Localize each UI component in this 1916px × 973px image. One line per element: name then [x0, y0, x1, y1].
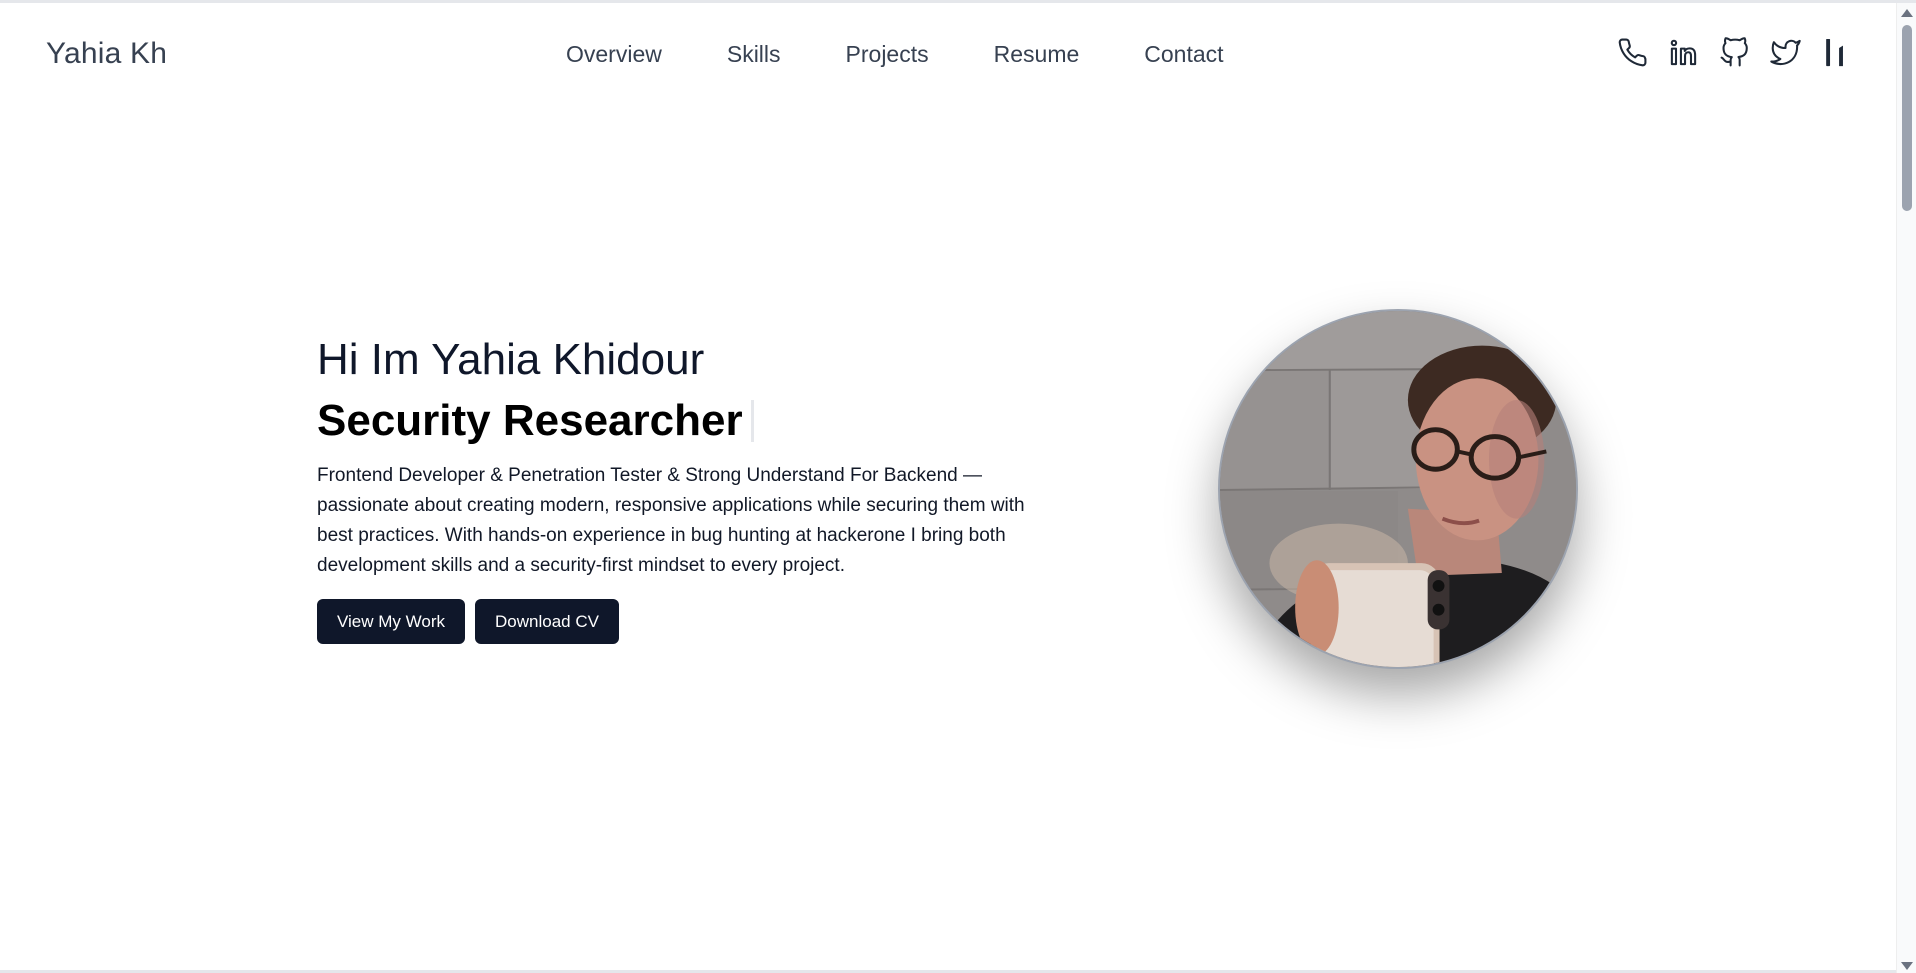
typing-cursor	[750, 400, 754, 442]
navbar: Yahia Kh Overview Skills Projects Resume…	[0, 3, 1896, 105]
scroll-up-arrow-icon[interactable]	[1901, 9, 1913, 17]
profile-avatar	[1218, 309, 1578, 669]
social-links	[1617, 37, 1852, 68]
hero-role: Security Researcher	[317, 396, 743, 445]
browser-viewport: Yahia Kh Overview Skills Projects Resume…	[0, 0, 1916, 973]
phone-icon[interactable]	[1617, 37, 1648, 68]
nav-link-projects[interactable]: Projects	[846, 41, 929, 68]
linkedin-icon[interactable]	[1668, 37, 1699, 68]
scroll-thumb[interactable]	[1902, 25, 1912, 211]
hero-actions: View My Work Download CV	[317, 599, 1037, 644]
hero-bio: Frontend Developer & Penetration Tester …	[317, 465, 1025, 576]
twitter-icon[interactable]	[1770, 37, 1801, 68]
hackerone-icon[interactable]	[1821, 37, 1852, 68]
github-icon[interactable]	[1719, 37, 1750, 68]
scroll-down-arrow-icon[interactable]	[1901, 962, 1913, 970]
nav-link-contact[interactable]: Contact	[1144, 41, 1223, 68]
view-my-work-button[interactable]: View My Work	[317, 599, 466, 644]
hero-section: Hi Im Yahia Khidour Security Researcher …	[317, 333, 1037, 644]
vertical-scrollbar[interactable]	[1896, 3, 1916, 973]
role-line: Security Researcher	[317, 391, 1037, 451]
hero-greeting: Hi Im Yahia Khidour	[317, 335, 705, 384]
main-nav: Overview Skills Projects Resume Contact	[566, 41, 1224, 68]
nav-link-resume[interactable]: Resume	[994, 41, 1080, 68]
download-cv-button[interactable]: Download CV	[475, 599, 619, 644]
nav-link-skills[interactable]: Skills	[727, 41, 781, 68]
nav-link-overview[interactable]: Overview	[566, 41, 662, 68]
brand-logo[interactable]: Yahia Kh	[46, 37, 167, 71]
